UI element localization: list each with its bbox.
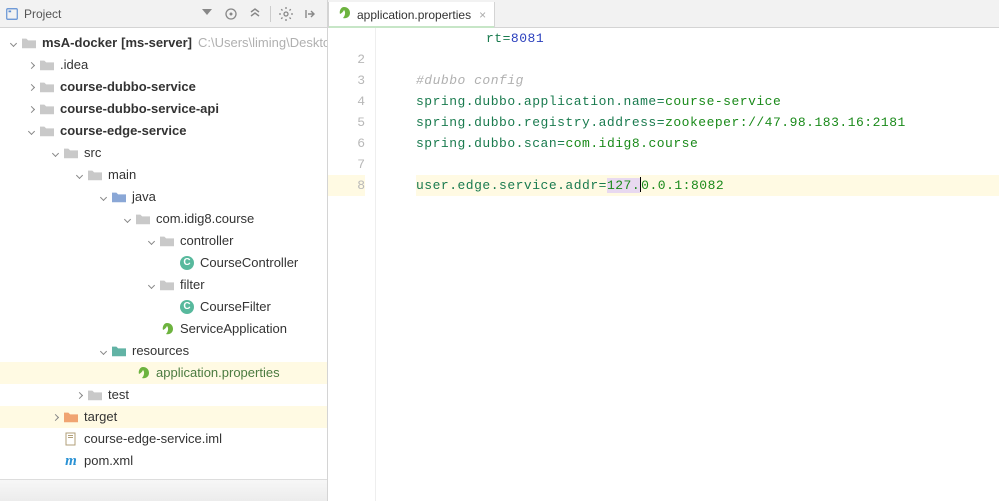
chevron-down-icon[interactable] — [24, 129, 38, 134]
module-icon — [38, 123, 56, 139]
tab-application-properties[interactable]: application.properties × — [328, 2, 495, 28]
chevron-right-icon[interactable] — [48, 415, 62, 420]
code-content[interactable]: rt=8081 #dubbo config spring.dubbo.appli… — [376, 28, 999, 501]
chevron-down-icon[interactable] — [6, 41, 20, 46]
tree-item-iml[interactable]: course-edge-service.iml — [0, 428, 327, 450]
chevron-down-icon[interactable] — [120, 217, 134, 222]
source-folder-icon — [110, 189, 128, 205]
maven-icon: m — [62, 453, 80, 469]
tree-item-pom[interactable]: m pom.xml — [0, 450, 327, 472]
chevron-down-icon[interactable] — [96, 349, 110, 354]
tree-item-java[interactable]: java — [0, 186, 327, 208]
chevron-down-icon[interactable] — [48, 151, 62, 156]
line-gutter: 2 3 4 5 6 7 8 — [328, 28, 376, 501]
project-icon — [4, 6, 20, 22]
tree-item-package[interactable]: com.idig8.course — [0, 208, 327, 230]
tree-item-test[interactable]: test — [0, 384, 327, 406]
tree-item-controller[interactable]: controller — [0, 230, 327, 252]
spring-icon — [158, 321, 176, 337]
chevron-down-icon[interactable] — [144, 239, 158, 244]
module-icon — [20, 35, 38, 51]
tree-item-idea[interactable]: .idea — [0, 54, 327, 76]
tree-item-coursefilter[interactable]: C CourseFilter — [0, 296, 327, 318]
chevron-right-icon[interactable] — [24, 63, 38, 68]
chevron-right-icon[interactable] — [24, 107, 38, 112]
module-icon — [38, 101, 56, 117]
editor-tabs: application.properties × — [328, 0, 999, 28]
tree-item-cds[interactable]: course-dubbo-service — [0, 76, 327, 98]
chevron-down-icon[interactable] — [96, 195, 110, 200]
tree-item-appprops[interactable]: application.properties — [0, 362, 327, 384]
chevron-right-icon[interactable] — [72, 393, 86, 398]
sidebar-footer — [0, 479, 327, 501]
spring-config-icon — [134, 365, 152, 381]
chevron-down-icon[interactable] — [72, 173, 86, 178]
hide-icon[interactable] — [301, 5, 319, 23]
editor-area: application.properties × 2 3 4 5 6 7 8 r… — [328, 0, 999, 501]
folder-icon — [86, 167, 104, 183]
excluded-folder-icon — [62, 409, 80, 425]
folder-icon — [86, 387, 104, 403]
text-caret — [640, 177, 641, 192]
package-icon — [134, 211, 152, 227]
tree-item-coursecontroller[interactable]: C CourseController — [0, 252, 327, 274]
chevron-down-icon[interactable] — [144, 283, 158, 288]
iml-file-icon — [62, 431, 80, 447]
folder-icon — [38, 57, 56, 73]
tab-label: application.properties — [357, 8, 471, 22]
class-icon: C — [178, 255, 196, 271]
code-editor[interactable]: 2 3 4 5 6 7 8 rt=8081 #dubbo config spri… — [328, 28, 999, 501]
tree-item-ces[interactable]: course-edge-service — [0, 120, 327, 142]
tree-item-resources[interactable]: resources — [0, 340, 327, 362]
sidebar-header: Project — [0, 0, 327, 28]
module-icon — [38, 79, 56, 95]
tree-item-main[interactable]: main — [0, 164, 327, 186]
tree-root[interactable]: msA-docker [ms-server] C:\Users\liming\D… — [0, 32, 327, 54]
close-tab-icon[interactable]: × — [479, 8, 486, 22]
tree-item-cdsa[interactable]: course-dubbo-service-api — [0, 98, 327, 120]
settings-icon[interactable] — [277, 5, 295, 23]
spring-config-icon — [337, 6, 351, 23]
folder-icon — [62, 145, 80, 161]
tree-item-filter[interactable]: filter — [0, 274, 327, 296]
scroll-from-source-icon[interactable] — [222, 5, 240, 23]
chevron-right-icon[interactable] — [24, 85, 38, 90]
collapse-all-icon[interactable] — [246, 5, 264, 23]
class-icon: C — [178, 299, 196, 315]
package-icon — [158, 277, 176, 293]
tree-item-serviceapplication[interactable]: ServiceApplication — [0, 318, 327, 340]
view-mode-dropdown-icon[interactable] — [198, 5, 216, 23]
project-sidebar: Project msA-docker [ms-server] C:\Users\… — [0, 0, 328, 501]
tree-item-src[interactable]: src — [0, 142, 327, 164]
sidebar-title[interactable]: Project — [24, 7, 198, 21]
resources-folder-icon — [110, 343, 128, 359]
package-icon — [158, 233, 176, 249]
tree-item-target[interactable]: target — [0, 406, 327, 428]
project-tree[interactable]: msA-docker [ms-server] C:\Users\liming\D… — [0, 28, 327, 479]
sidebar-actions — [198, 5, 323, 23]
